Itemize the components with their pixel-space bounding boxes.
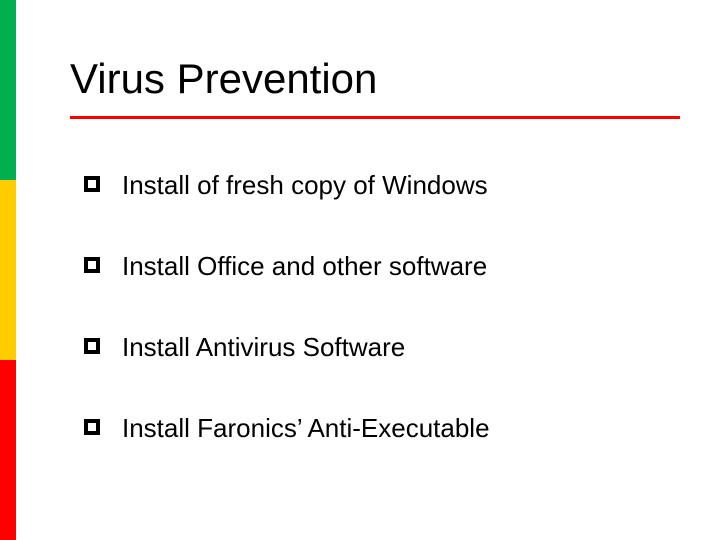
- bullet-text: Install of fresh copy of Windows: [122, 170, 488, 201]
- bullet-text: Install Antivirus Software: [122, 332, 405, 363]
- accent-stripe-red: [0, 360, 16, 540]
- bullet-text: Install Faronics’ Anti-Executable: [122, 413, 490, 444]
- bullet-icon: [84, 419, 100, 435]
- list-item: Install Office and other software: [84, 251, 680, 282]
- accent-stripe-yellow: [0, 180, 16, 360]
- list-item: Install Faronics’ Anti-Executable: [84, 413, 680, 444]
- bullet-icon: [84, 257, 100, 273]
- slide-title: Virus Prevention: [70, 55, 377, 103]
- list-item: Install of fresh copy of Windows: [84, 170, 680, 201]
- bullet-icon: [84, 338, 100, 354]
- bullet-icon: [84, 176, 100, 192]
- title-underline: [70, 116, 680, 119]
- bullet-list: Install of fresh copy of Windows Install…: [84, 170, 680, 494]
- bullet-text: Install Office and other software: [122, 251, 487, 282]
- list-item: Install Antivirus Software: [84, 332, 680, 363]
- accent-stripe-green: [0, 0, 16, 180]
